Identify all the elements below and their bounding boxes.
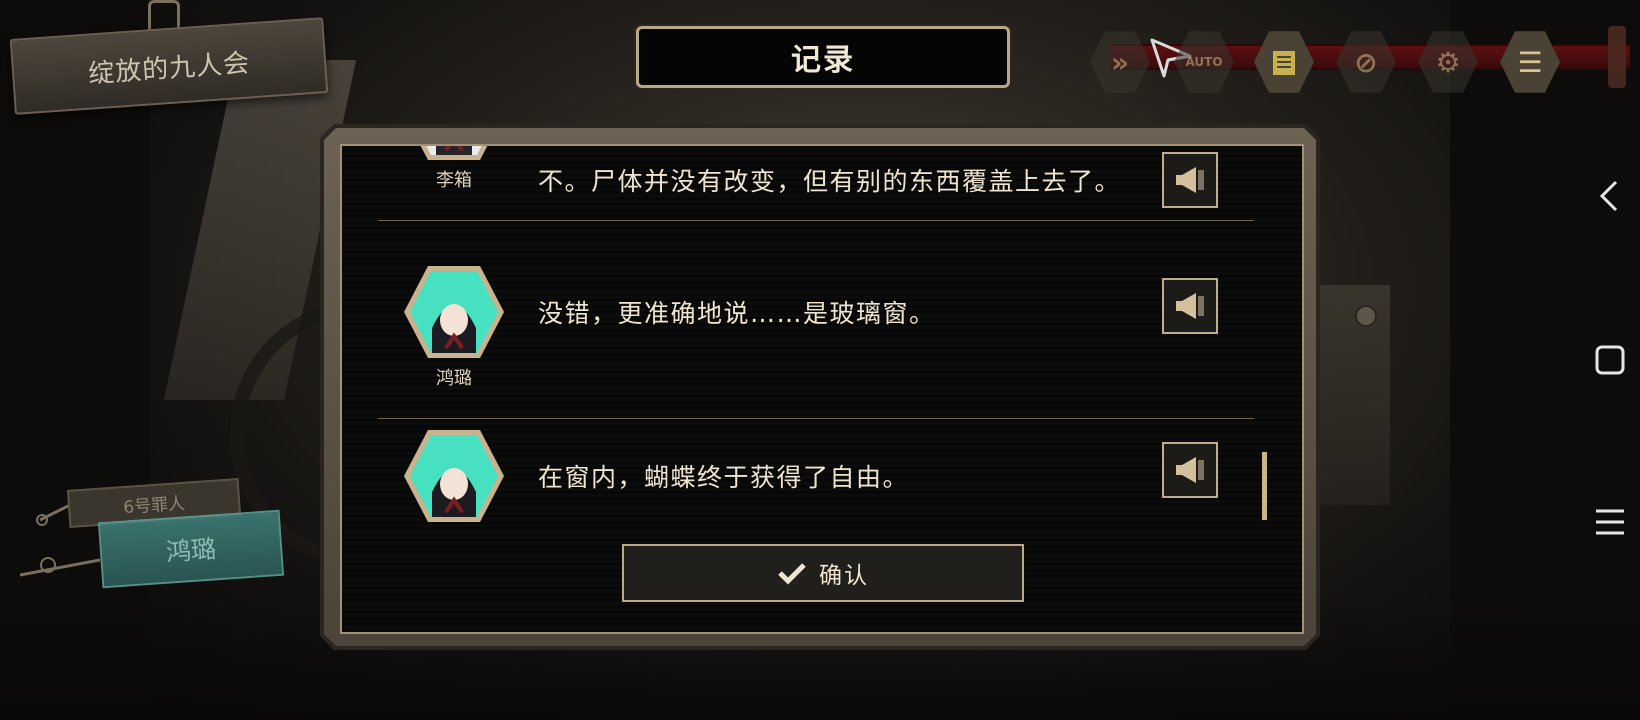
checkmark-icon [778,563,806,585]
entry-divider [378,220,1254,221]
log-entry: 鸿璐 没错，更准确地说……是玻璃窗。 [378,264,1254,424]
speaker-avatar [404,430,504,522]
speaker-icon [1176,457,1204,483]
dialogue-line: 没错，更准确地说……是玻璃窗。 [538,299,936,328]
home-button[interactable] [1590,340,1630,380]
speaker-avatar [404,266,504,358]
dialogue-line: 不。尸体并没有改变，但有别的东西覆盖上去了。 [538,167,1122,196]
speaker-icon [1176,293,1204,319]
dialogue-line: 在窗内，蝴蝶终于获得了自由。 [538,463,910,492]
voice-replay-button[interactable] [1162,442,1218,498]
speaker-avatar [420,146,488,160]
menu-lines-icon [1596,509,1624,535]
confirm-label: 确认 [819,563,869,589]
voice-replay-button[interactable] [1162,278,1218,334]
character-name: 鸿璐 [165,534,218,567]
log-scrollbar[interactable] [1262,452,1267,520]
record-title: 记录 [791,43,855,78]
auto-icon: AUTO [1185,55,1223,69]
title-hanger [148,0,180,31]
character-name-tag: 鸿璐 [97,509,285,589]
menu-icon: ☰ [1517,45,1543,79]
entry-divider [378,418,1254,419]
sinner-label: 6号罪人 [122,493,186,518]
fast-forward-icon: » [1110,45,1130,79]
scene-bolt [1355,305,1377,327]
game-title: 绽放的九人会 [87,47,252,90]
speaker-name: 李箱 [436,170,472,191]
android-nav-bar [1580,0,1640,720]
record-header: 记录 [636,26,1010,88]
log-entry: 李箱 不。尸体并没有改变，但有别的东西覆盖上去了。 [378,146,1254,226]
voice-replay-button[interactable] [1162,152,1218,208]
speaker-name: 鸿璐 [436,368,472,389]
confirm-button[interactable]: 确认 [622,544,1024,602]
log-icon [1273,51,1295,75]
gear-icon: ⚙ [1435,45,1461,79]
chevron-left-icon [1599,180,1618,212]
hide-ui-icon: ⊘ [1354,45,1378,79]
back-button[interactable] [1590,176,1630,216]
recents-button[interactable] [1590,502,1630,542]
square-icon [1595,345,1625,375]
speaker-icon [1176,167,1204,193]
